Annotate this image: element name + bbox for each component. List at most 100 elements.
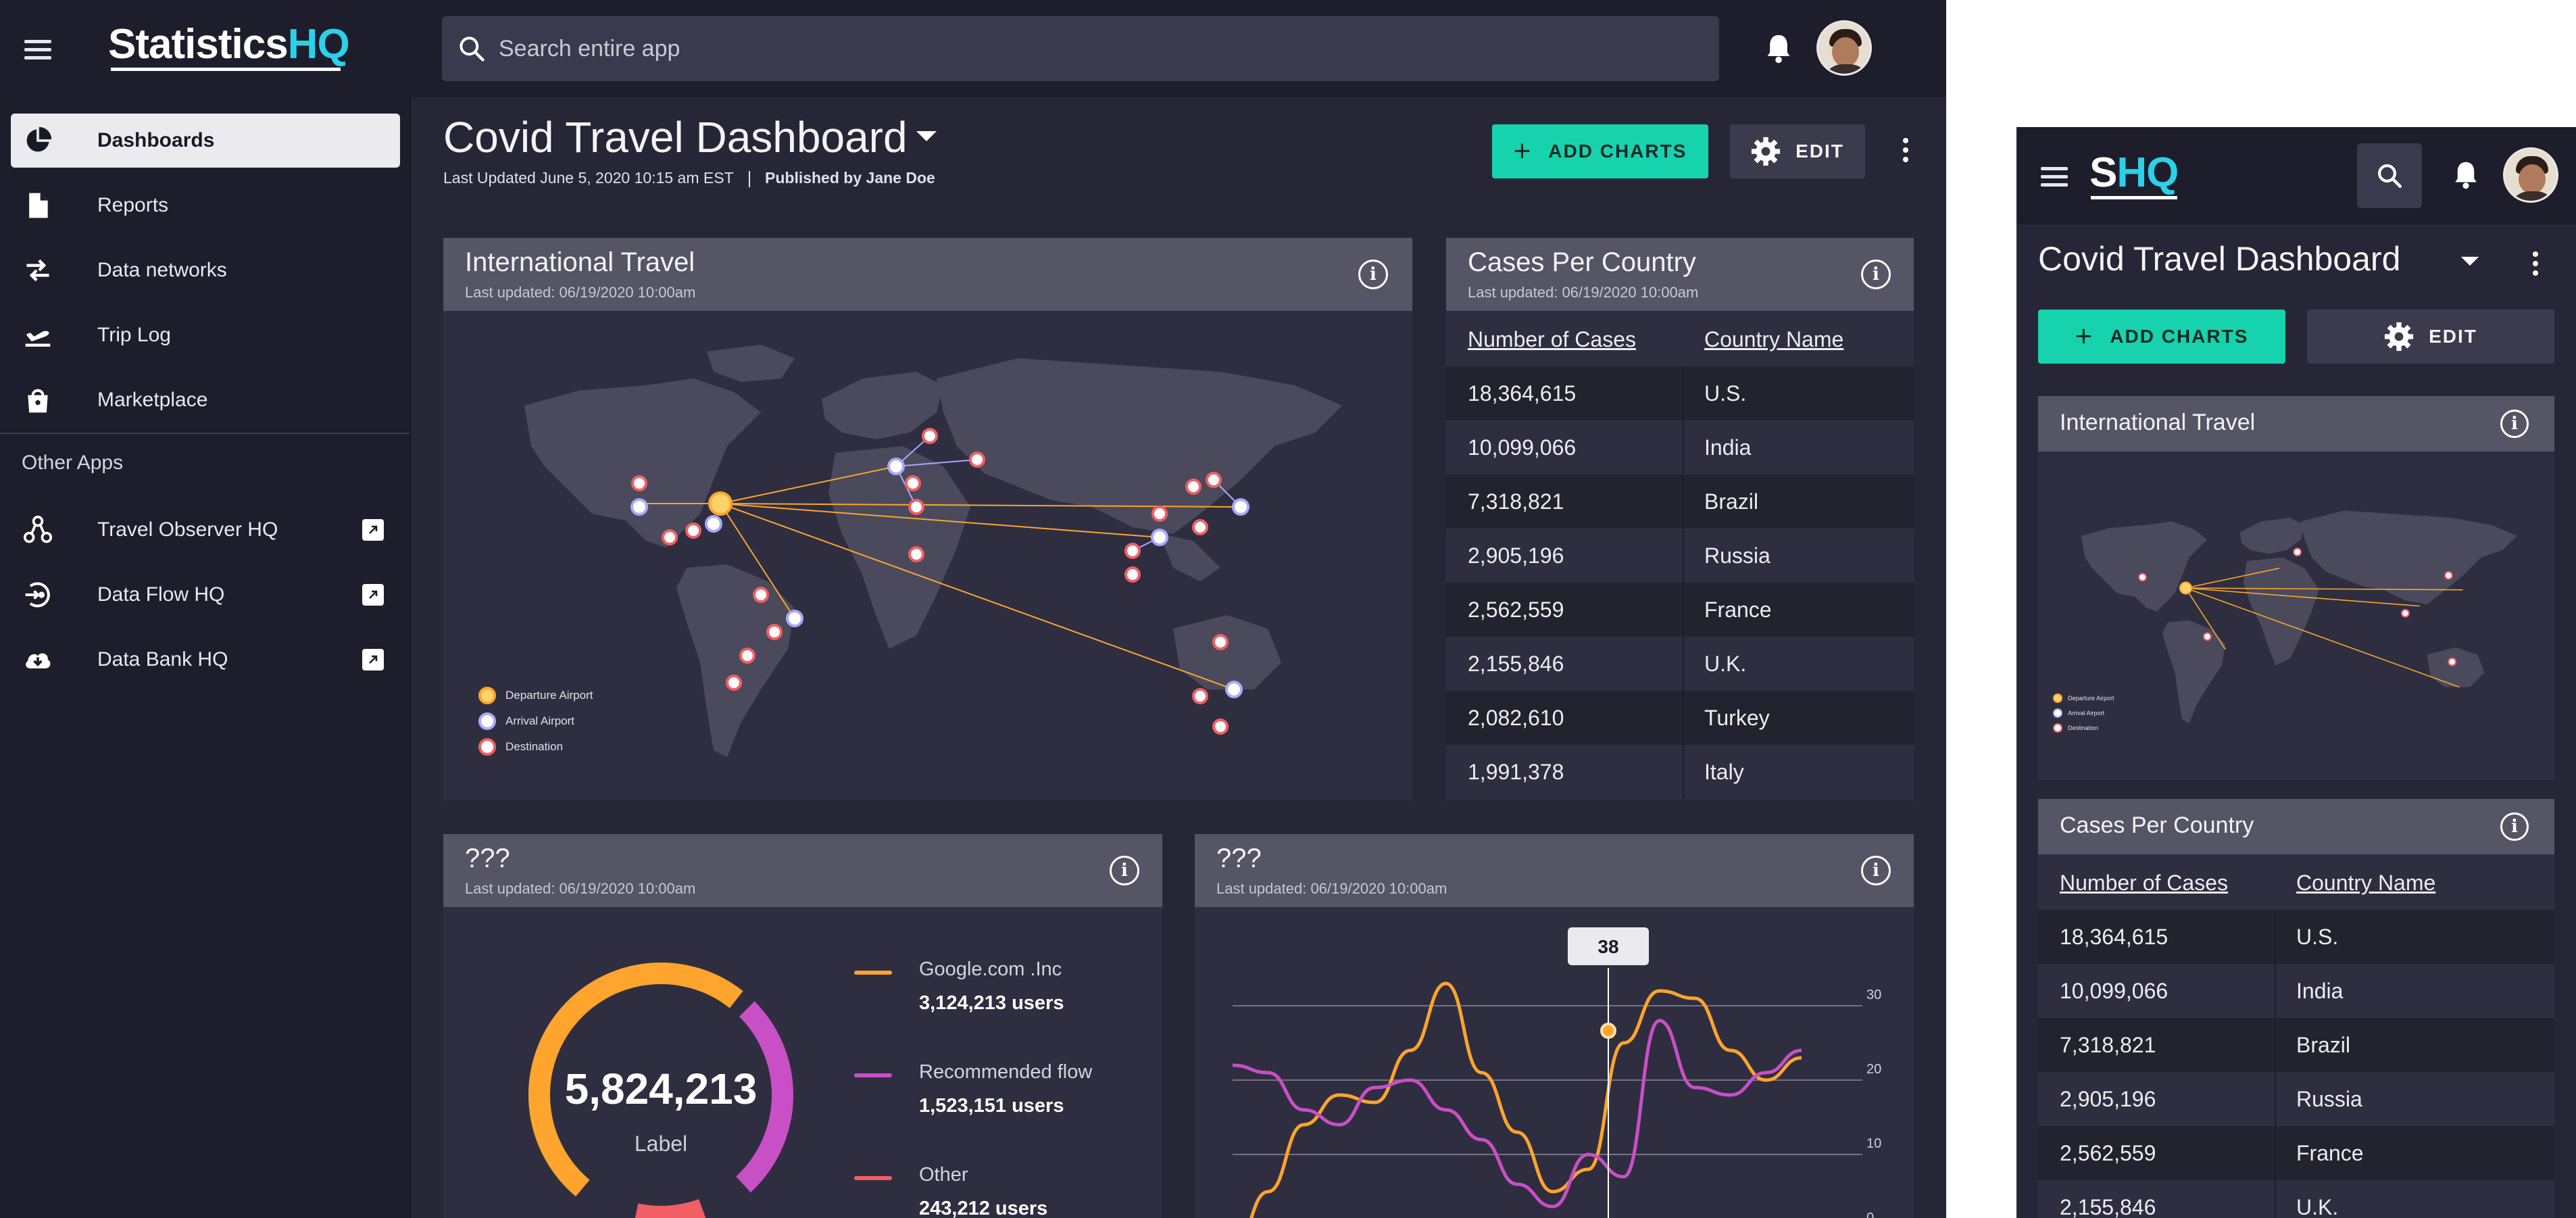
column-header-country[interactable]: Country Name bbox=[1704, 311, 1843, 368]
sidebar-item-reports[interactable]: Reports bbox=[11, 178, 400, 233]
cell-cases: 2,155,846 bbox=[2060, 1195, 2156, 1218]
sidebar-item-trip-log[interactable]: Trip Log bbox=[11, 308, 400, 362]
menu-icon[interactable] bbox=[24, 35, 51, 64]
cell-cases: 10,099,066 bbox=[1468, 435, 1577, 460]
info-icon[interactable]: i bbox=[2500, 410, 2529, 438]
cell-cases: 2,905,196 bbox=[1468, 543, 1564, 568]
table-row[interactable]: 2,082,610 Turkey bbox=[1446, 691, 1914, 745]
sidebar-item-data-flow-hq[interactable]: Data Flow HQ bbox=[11, 568, 400, 622]
table-row[interactable]: 10,099,066 India bbox=[2038, 964, 2554, 1018]
map-legend: Departure Airport Arrival Airport Destin… bbox=[478, 683, 593, 760]
table-header: Number of Cases Country Name bbox=[1446, 311, 1914, 366]
card-title: ??? bbox=[465, 844, 510, 873]
table-row[interactable]: 18,364,615 U.S. bbox=[1446, 366, 1914, 420]
external-link-icon[interactable] bbox=[362, 649, 384, 671]
swap-arrows-icon bbox=[26, 259, 49, 282]
add-charts-button[interactable]: + ADD CHARTS bbox=[1492, 124, 1708, 178]
sidebar-item-travel-observer-hq[interactable]: Travel Observer HQ bbox=[11, 503, 400, 557]
legend-swatch bbox=[854, 1073, 892, 1077]
sidebar-item-marketplace[interactable]: Marketplace bbox=[11, 373, 400, 427]
table-row[interactable]: 1,991,378 Italy bbox=[1446, 745, 1914, 799]
table-row[interactable]: 7,318,821 Brazil bbox=[1446, 474, 1914, 529]
shopping-bag-icon bbox=[28, 389, 48, 413]
card-header: ??? Last updated: 06/19/2020 10:00am i bbox=[1195, 834, 1914, 907]
table-row[interactable]: 2,905,196 Russia bbox=[2038, 1072, 2554, 1126]
other-apps-heading: Other Apps bbox=[22, 452, 124, 474]
sidebar-item-label: Marketplace bbox=[97, 389, 208, 411]
table-row[interactable]: 2,155,846 U.K. bbox=[1446, 637, 1914, 691]
plus-icon: + bbox=[2075, 320, 2094, 353]
card-subtitle: Last updated: 06/19/2020 10:00am bbox=[465, 284, 696, 301]
series-line-purple bbox=[1232, 1019, 1802, 1209]
cloud-download-icon bbox=[26, 653, 51, 668]
network-nodes-icon bbox=[23, 515, 53, 543]
cell-cases: 2,562,559 bbox=[1468, 598, 1564, 622]
info-icon[interactable]: i bbox=[1861, 260, 1891, 289]
card-title: International Travel bbox=[465, 247, 695, 277]
sidebar-item-data-bank-hq[interactable]: Data Bank HQ bbox=[11, 633, 400, 687]
y-tick-label: 30 bbox=[1866, 988, 1881, 1002]
cell-cases: 1,991,378 bbox=[1468, 760, 1564, 784]
info-icon[interactable]: i bbox=[1110, 856, 1139, 885]
info-icon[interactable]: i bbox=[2500, 812, 2529, 841]
cell-country: U.K. bbox=[1704, 652, 1747, 676]
table-row[interactable]: 10,099,066 India bbox=[1446, 420, 1914, 474]
last-updated: Last Updated June 5, 2020 10:15 am EST bbox=[443, 169, 734, 187]
more-options-icon[interactable] bbox=[2531, 251, 2540, 278]
line-chart-card: ??? Last updated: 06/19/2020 10:00am i 0… bbox=[1195, 834, 1914, 1218]
table-row[interactable]: 2,155,846 U.K. bbox=[2038, 1180, 2554, 1218]
y-tick-label: 20 bbox=[1866, 1062, 1881, 1077]
table-row[interactable]: 7,318,821 Brazil bbox=[2038, 1018, 2554, 1072]
departure-airport-icon bbox=[478, 687, 496, 704]
cell-country: U.S. bbox=[2296, 925, 2339, 949]
edit-button[interactable]: EDIT bbox=[2307, 310, 2554, 364]
sidebar-item-label: Travel Observer HQ bbox=[97, 518, 278, 541]
table-row[interactable]: 2,905,196 Russia bbox=[1446, 529, 1914, 583]
card-header: Cases Per Country i bbox=[2038, 799, 2554, 854]
app-logo[interactable]: StatisticsHQ bbox=[108, 20, 350, 71]
external-link-icon[interactable] bbox=[362, 584, 384, 606]
menu-icon[interactable] bbox=[2041, 162, 2068, 191]
notification-bell-icon[interactable] bbox=[2452, 160, 2480, 191]
user-avatar[interactable] bbox=[1816, 20, 1872, 76]
page-title: Covid Travel Dashboard bbox=[443, 113, 908, 162]
search-icon bbox=[2378, 164, 2402, 189]
sidebar-item-dashboards[interactable]: Dashboards bbox=[11, 114, 400, 168]
sidebar-item-label: Dashboards bbox=[97, 129, 215, 151]
table-row[interactable]: 2,562,559 France bbox=[2038, 1126, 2554, 1180]
search-button[interactable] bbox=[2357, 143, 2422, 208]
top-bar: StatisticsHQ Search entire app bbox=[0, 0, 1946, 97]
cell-cases: 7,318,821 bbox=[2060, 1033, 2156, 1057]
donut-label: Label bbox=[634, 1131, 688, 1156]
external-link-icon[interactable] bbox=[362, 519, 384, 541]
cell-cases: 18,364,615 bbox=[2060, 925, 2169, 949]
chevron-down-icon[interactable] bbox=[2460, 254, 2480, 268]
info-icon[interactable]: i bbox=[1358, 260, 1388, 289]
table-header: Number of Cases Country Name bbox=[2060, 871, 2436, 895]
edit-button[interactable]: EDIT bbox=[1730, 124, 1865, 178]
info-icon[interactable]: i bbox=[1861, 856, 1891, 885]
add-charts-button[interactable]: + ADD CHARTS bbox=[2038, 310, 2285, 364]
page-title: Covid Travel Dashboard bbox=[2038, 240, 2401, 278]
search-icon bbox=[460, 36, 485, 62]
cell-country: Russia bbox=[1704, 543, 1770, 568]
sidebar-divider bbox=[0, 433, 410, 434]
sidebar-item-label: Data Bank HQ bbox=[97, 648, 228, 671]
table-row[interactable]: 18,364,615 U.S. bbox=[2038, 910, 2554, 964]
table-row[interactable]: 2,562,559 France bbox=[1446, 583, 1914, 637]
sidebar-item-label: Data Flow HQ bbox=[97, 583, 225, 606]
sidebar-item-data-networks[interactable]: Data networks bbox=[11, 243, 400, 297]
column-header-cases[interactable]: Number of Cases bbox=[1468, 311, 1636, 368]
sidebar-item-label: Data networks bbox=[97, 259, 227, 281]
card-header: ??? Last updated: 06/19/2020 10:00am i bbox=[443, 834, 1162, 907]
notification-bell-icon[interactable] bbox=[1764, 32, 1793, 65]
cell-cases: 10,099,066 bbox=[2060, 979, 2169, 1003]
app-logo[interactable]: SHQ bbox=[2089, 149, 2179, 199]
chevron-down-icon[interactable] bbox=[915, 128, 938, 143]
more-options-icon[interactable] bbox=[1902, 138, 1910, 165]
international-travel-card: International Travel Last updated: 06/19… bbox=[443, 238, 1412, 800]
hover-point[interactable] bbox=[1600, 1023, 1616, 1039]
search-input[interactable]: Search entire app bbox=[442, 16, 1719, 81]
user-avatar[interactable] bbox=[2503, 147, 2558, 203]
cell-country: India bbox=[1704, 435, 1752, 460]
